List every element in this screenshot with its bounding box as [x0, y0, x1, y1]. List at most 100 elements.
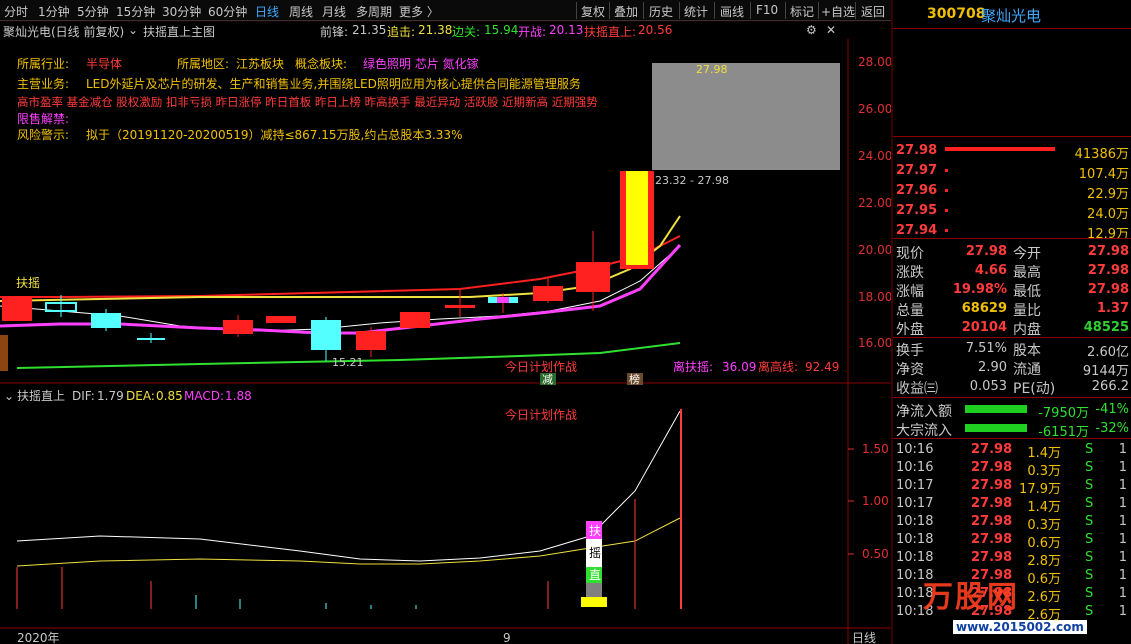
overlay-button[interactable]: 叠加	[614, 3, 638, 20]
macd-value: 1.88	[225, 389, 252, 403]
restricted-label: 限售解禁:	[17, 112, 70, 126]
stat-label: 外盘	[896, 322, 924, 338]
period-tab-30min[interactable]: 30分钟	[162, 3, 201, 20]
dif-value: 1.79	[97, 389, 124, 403]
period-tab-1min[interactable]: 1分钟	[38, 3, 70, 20]
tick-time: 10:17	[896, 478, 934, 493]
sub-y-tick-050: 0.50	[862, 547, 889, 561]
stat-value: 27.98	[965, 244, 1007, 259]
candle	[356, 331, 386, 350]
flow-bar	[965, 424, 1027, 432]
mark-button[interactable]: 标记	[790, 3, 814, 20]
panel-separator	[893, 337, 1131, 338]
stat2-row: 换手 7.51% 股本 2.60亿	[893, 339, 1131, 360]
tick-time: 10:18	[896, 550, 934, 565]
flow-label: 净流入额	[896, 404, 952, 420]
period-tab-daily[interactable]: 日线	[255, 3, 279, 20]
region-label: 所属地区:	[177, 57, 230, 71]
toolbar-divider	[679, 2, 680, 19]
stat-value: 20104	[961, 320, 1007, 335]
statistics-button[interactable]: 统计	[684, 3, 708, 20]
month-label: 9	[503, 631, 511, 644]
panel-separator	[893, 438, 1131, 439]
add-watchlist-button[interactable]: +自选	[821, 3, 855, 20]
tick-side: S	[1085, 532, 1094, 547]
flow-pct: -32%	[1095, 421, 1129, 436]
dea-label: DEA:	[126, 389, 155, 403]
y-tick-28: 28.00	[858, 55, 891, 69]
li-fuyao-label: 离扶摇:	[673, 359, 713, 374]
flow-label: 大宗流入	[896, 423, 952, 439]
stat-label: 涨幅	[896, 284, 924, 300]
tick-row: 10:18 27.98 0.6万 S 1	[893, 531, 1131, 551]
toolbar-divider	[643, 2, 644, 19]
ask-qty: 12.9万	[1087, 227, 1129, 242]
ask-price: 27.97	[896, 163, 938, 178]
stat-label: 内盘	[1013, 322, 1041, 338]
stat-value: 266.2	[1091, 379, 1129, 394]
sub-indicator-name[interactable]: 扶摇直上	[17, 388, 65, 403]
sub-y-tick-150: 1.50	[862, 442, 889, 456]
limit-up-candle-fill	[626, 171, 648, 265]
period-tab-multi[interactable]: 多周期	[356, 3, 392, 20]
stat-value: 2.90	[978, 360, 1007, 375]
stat-label: 量比	[1013, 303, 1041, 319]
ask-row[interactable]: 27.97 107.4万	[893, 161, 1131, 182]
sub-chevron-icon[interactable]: ⌄	[4, 389, 14, 403]
ask-row[interactable]: 27.98 41386万	[893, 141, 1131, 162]
region-value: 江苏板块	[236, 57, 285, 71]
ask-bar	[945, 209, 948, 212]
tick-row: 10:18 27.98 0.3万 S 1	[893, 513, 1131, 533]
period-tab-60min[interactable]: 60分钟	[208, 3, 247, 20]
period-tab-monthly[interactable]: 月线	[322, 3, 346, 20]
stock-name: 聚灿光电	[981, 7, 1042, 25]
dea-value: 0.85	[156, 389, 183, 403]
fuquan-button[interactable]: 复权	[581, 3, 605, 20]
panel-separator	[893, 238, 1131, 239]
quote-panel: 300708 聚灿光电 27.98 41386万 27.97 107.4万 27.96 2…	[891, 0, 1131, 644]
tick-price: 27.98	[971, 460, 1013, 475]
tick-time: 10:18	[896, 532, 934, 547]
period-tab-more[interactable]: 更多 〉	[399, 3, 439, 20]
period-tab-fenshi[interactable]: 分时	[4, 3, 28, 20]
stat-label: PE(动)	[1013, 381, 1056, 397]
dif-line	[16, 410, 681, 562]
tick-count: 1	[1118, 478, 1127, 493]
ask-row[interactable]: 27.95 24.0万	[893, 201, 1131, 222]
watermark-logo: 万股网	[923, 580, 1019, 615]
side-expand-tab[interactable]	[0, 335, 8, 371]
history-button[interactable]: 历史	[649, 3, 673, 20]
tick-time: 10:16	[896, 442, 934, 457]
draw-line-button[interactable]: 画线	[720, 3, 744, 20]
li-gao-value: 92.49	[805, 360, 839, 374]
stat-label: 收益㈢	[896, 381, 938, 397]
tick-row: 10:17 27.98 1.4万 S 1	[893, 495, 1131, 515]
f10-button[interactable]: F10	[756, 3, 778, 17]
back-button[interactable]: 返回	[861, 3, 885, 20]
concept-label: 概念板块:	[295, 57, 348, 71]
tick-side: S	[1085, 496, 1094, 511]
ask-qty: 22.9万	[1087, 187, 1129, 202]
ask-price: 27.94	[896, 223, 938, 238]
tags-line: 高市盈率 基金减仓 股权激励 扣非亏损 昨日涨停 昨日首板 昨日上榜 昨高换手 …	[17, 95, 598, 109]
period-tab-15min[interactable]: 15分钟	[116, 3, 155, 20]
candle	[91, 313, 121, 328]
stat-value: 48525	[1083, 320, 1129, 335]
candle	[400, 312, 430, 328]
period-tab-weekly[interactable]: 周线	[289, 3, 313, 20]
box-top-label: 27.98	[696, 63, 728, 76]
ask-bar	[945, 147, 1055, 151]
tick-count: 1	[1118, 496, 1127, 511]
ask-row[interactable]: 27.96 22.9万	[893, 181, 1131, 202]
tick-row: 10:16 27.98 1.4万 S 1	[893, 441, 1131, 461]
period-tab-5min[interactable]: 5分钟	[77, 3, 109, 20]
candlestick-chart[interactable]: 27.98 23.32 - 27.98 15.21 扶摇 今日计划作战 减 榜 …	[0, 21, 891, 644]
tick-side: S	[1085, 550, 1094, 565]
tick-side: S	[1085, 442, 1094, 457]
sub-y-tick-100: 1.00	[862, 494, 889, 508]
candle	[576, 262, 610, 292]
y-tick-18: 18.00	[858, 290, 891, 304]
stat-label: 今开	[1013, 246, 1041, 262]
stat-label: 股本	[1013, 343, 1041, 359]
stat-row: 涨跌 4.66 最高 27.98	[893, 261, 1131, 281]
